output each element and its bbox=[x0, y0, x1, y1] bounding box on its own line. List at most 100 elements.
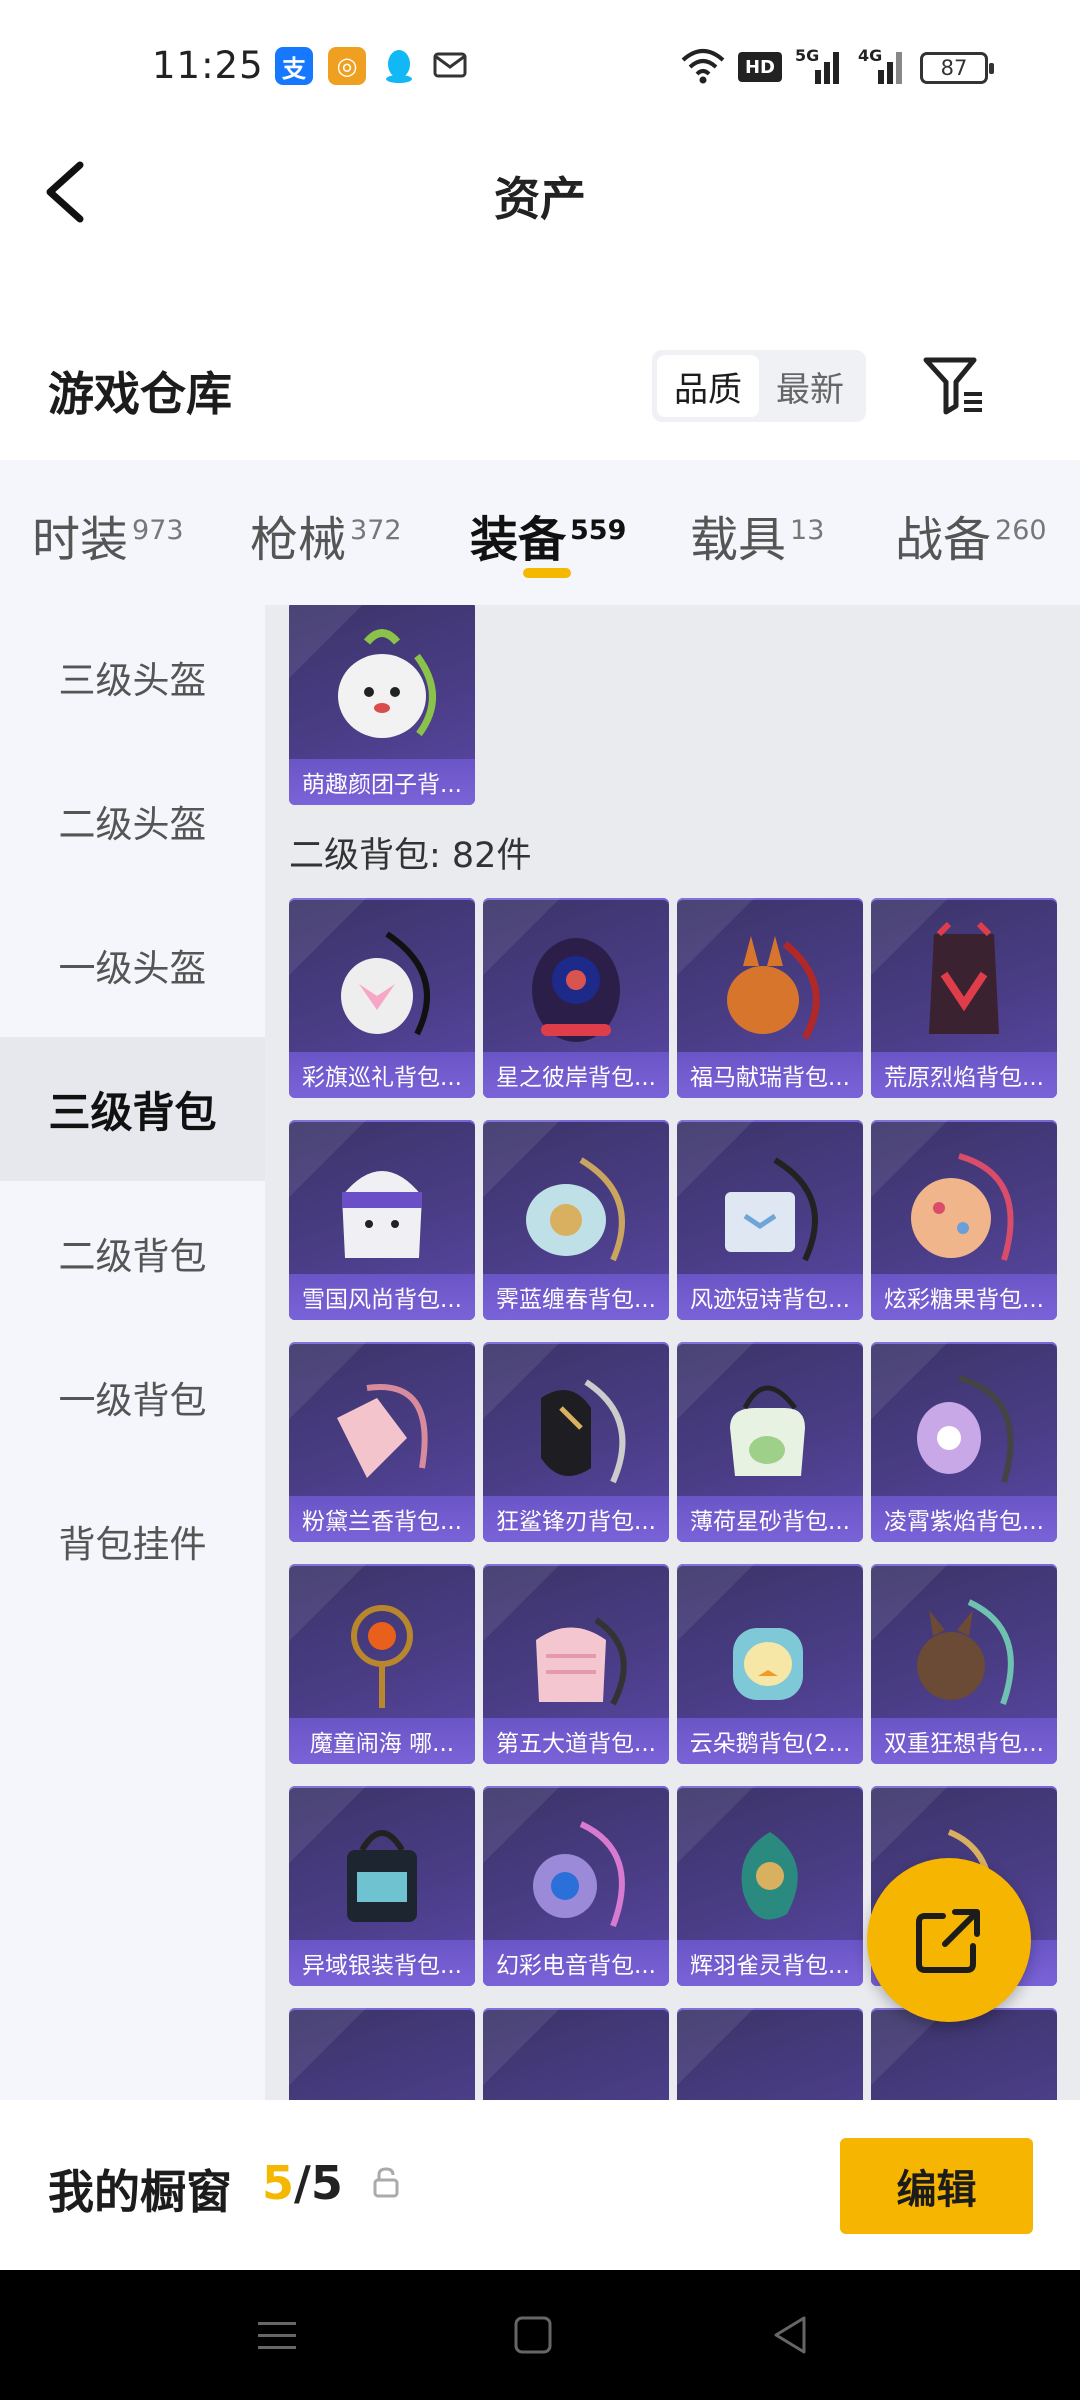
item-card[interactable]: 辉羽雀灵背包... bbox=[677, 1786, 863, 1986]
item-name: 雪国风尚背包... bbox=[289, 1274, 475, 1320]
app-notification-icon: ◎ bbox=[328, 47, 366, 85]
item-card[interactable]: 霁蓝缠春背包... bbox=[483, 1120, 669, 1320]
backpack-icon bbox=[347, 1830, 417, 1922]
system-nav-bar bbox=[0, 2270, 1080, 2400]
item-name: 星之彼岸背包... bbox=[483, 1052, 669, 1098]
item-card[interactable]: 炫彩糖果背包... bbox=[871, 1120, 1057, 1320]
item-name: 凌霄紫焰背包... bbox=[871, 1496, 1057, 1542]
lock-icon bbox=[373, 2167, 399, 2198]
backpack-icon bbox=[727, 936, 820, 1040]
item-card[interactable]: 雪国风尚背包... bbox=[289, 1120, 475, 1320]
item-name: 彩旗巡礼背包... bbox=[289, 1052, 475, 1098]
item-card[interactable]: 星之彼岸背包... bbox=[483, 898, 669, 1098]
item-name: 荒原烈焰背包... bbox=[871, 1052, 1057, 1098]
backpack-icon bbox=[536, 1617, 627, 1706]
sidebar: 三级头盔 二级头盔 一级头盔 三级背包 二级背包 一级背包 背包挂件 bbox=[0, 605, 265, 2100]
sidebar-item-level1-backpack[interactable]: 一级背包 bbox=[0, 1325, 265, 1469]
warehouse-header: 游戏仓库 品质 最新 bbox=[0, 330, 1080, 450]
edit-button[interactable]: 编辑 bbox=[840, 2138, 1033, 2234]
item-card[interactable]: 薄荷星砂背包... bbox=[677, 1342, 863, 1542]
item-card[interactable]: 风迹短诗背包... bbox=[677, 1120, 863, 1320]
item-card[interactable]: 第五大道背包... bbox=[483, 1564, 669, 1764]
tab-vehicles[interactable]: 载具 13 bbox=[690, 500, 824, 570]
backpack-icon bbox=[917, 1375, 1014, 1483]
qq-icon bbox=[380, 47, 418, 85]
sidebar-item-level3-backpack[interactable]: 三级背包 bbox=[0, 1037, 265, 1181]
backpack-icon bbox=[532, 938, 620, 1042]
item-card[interactable]: 双重狂想背包... bbox=[871, 1564, 1057, 1764]
filter-icon bbox=[923, 357, 982, 415]
showcase-title: 我的橱窗 bbox=[48, 2165, 232, 2219]
backpack-icon bbox=[337, 1384, 428, 1478]
filter-button[interactable] bbox=[920, 352, 988, 420]
backpack-icon bbox=[917, 1599, 1014, 1705]
backpack-icon bbox=[733, 1628, 803, 1700]
warehouse-title: 游戏仓库 bbox=[48, 367, 232, 421]
item-card[interactable]: 彩旗巡礼背包... bbox=[289, 898, 475, 1098]
item-card[interactable]: 福马献瑞背包... bbox=[677, 898, 863, 1098]
tab-supplies[interactable]: 战备 260 bbox=[895, 500, 1047, 570]
item-card[interactable]: 幻彩电音背包... bbox=[483, 1786, 669, 1986]
item-card[interactable]: 异域银装背包... bbox=[289, 1786, 475, 1986]
sort-latest-button[interactable]: 最新 bbox=[759, 355, 861, 417]
item-name: 萌趣颜团子背... bbox=[289, 759, 475, 805]
backpack-icon bbox=[541, 1379, 626, 1484]
backpack-icon bbox=[351, 1605, 413, 1708]
sidebar-item-level2-backpack[interactable]: 二级背包 bbox=[0, 1181, 265, 1325]
tab-fashion[interactable]: 时装 973 bbox=[32, 500, 184, 570]
category-tabs: 时装 973 枪械 372 装备 559 载具 13 战备 260 bbox=[0, 460, 1080, 605]
item-card[interactable]: 粉黛兰香背包... bbox=[289, 1342, 475, 1542]
item-card[interactable] bbox=[289, 2008, 475, 2100]
showcase-bar: 我的橱窗 5/5 编辑 bbox=[0, 2100, 1080, 2270]
sort-toggle: 品质 最新 bbox=[652, 350, 866, 422]
item-card[interactable]: 狂鲨锋刃背包... bbox=[483, 1342, 669, 1542]
sidebar-item-level1-helmet[interactable]: 一级头盔 bbox=[0, 893, 265, 1037]
header: 资产 bbox=[0, 135, 1080, 255]
showcase-count: 5/5 bbox=[262, 2156, 343, 2210]
item-card[interactable]: 荒原烈焰背包... bbox=[871, 898, 1057, 1098]
item-name: 双重狂想背包... bbox=[871, 1718, 1057, 1764]
hd-icon: HD bbox=[738, 52, 782, 82]
item-name: 薄荷星砂背包... bbox=[677, 1496, 863, 1542]
item-name: 辉羽雀灵背包... bbox=[677, 1940, 863, 1986]
sidebar-item-level2-helmet[interactable]: 二级头盔 bbox=[0, 749, 265, 893]
item-card[interactable] bbox=[483, 2008, 669, 2100]
item-name: 异域银装背包... bbox=[289, 1940, 475, 1986]
sidebar-item-backpack-charm[interactable]: 背包挂件 bbox=[0, 1469, 265, 1613]
signal-4g-icon: 4G bbox=[858, 46, 908, 86]
item-card[interactable]: 云朵鹅背包(2... bbox=[677, 1564, 863, 1764]
item-name: 风迹短诗背包... bbox=[677, 1274, 863, 1320]
item-name: 狂鲨锋刃背包... bbox=[483, 1496, 669, 1542]
status-time: 11:25 bbox=[152, 44, 264, 87]
tab-equipment[interactable]: 装备 559 bbox=[470, 500, 626, 570]
item-card[interactable]: 萌趣颜团子背... bbox=[289, 605, 475, 805]
item-name: 福马献瑞背包... bbox=[677, 1052, 863, 1098]
item-name: 粉黛兰香背包... bbox=[289, 1496, 475, 1542]
tab-firearms[interactable]: 枪械 372 bbox=[250, 500, 402, 570]
item-name: 幻彩电音背包... bbox=[483, 1940, 669, 1986]
sort-quality-button[interactable]: 品质 bbox=[657, 355, 759, 417]
backpack-icon bbox=[526, 1157, 625, 1262]
share-icon bbox=[916, 1909, 980, 1973]
backpack-icon bbox=[533, 1821, 625, 1928]
alipay-icon: 支 bbox=[275, 47, 313, 85]
item-card[interactable]: 凌霄紫焰背包... bbox=[871, 1342, 1057, 1542]
back-nav-icon[interactable] bbox=[768, 2312, 814, 2358]
item-card[interactable]: 魔童闹海 哪... bbox=[289, 1564, 475, 1764]
wifi-icon bbox=[681, 49, 725, 84]
home-icon[interactable] bbox=[510, 2312, 556, 2358]
item-card[interactable] bbox=[871, 2008, 1057, 2100]
share-button[interactable] bbox=[867, 1858, 1031, 2022]
item-name: 魔童闹海 哪... bbox=[289, 1718, 475, 1764]
backpack-icon bbox=[929, 921, 999, 1034]
sidebar-item-level3-helmet[interactable]: 三级头盔 bbox=[0, 605, 265, 749]
item-card[interactable] bbox=[677, 2008, 863, 2100]
signal-5g-icon: 5G bbox=[795, 46, 845, 86]
backpack-icon bbox=[730, 1385, 805, 1476]
backpack-icon bbox=[341, 931, 430, 1036]
backpack-icon bbox=[338, 629, 436, 738]
menu-icon[interactable] bbox=[254, 2312, 300, 2358]
page-title: 资产 bbox=[494, 172, 586, 226]
backpack-icon bbox=[741, 1832, 798, 1920]
section-title: 二级背包: 82件 bbox=[289, 836, 532, 876]
